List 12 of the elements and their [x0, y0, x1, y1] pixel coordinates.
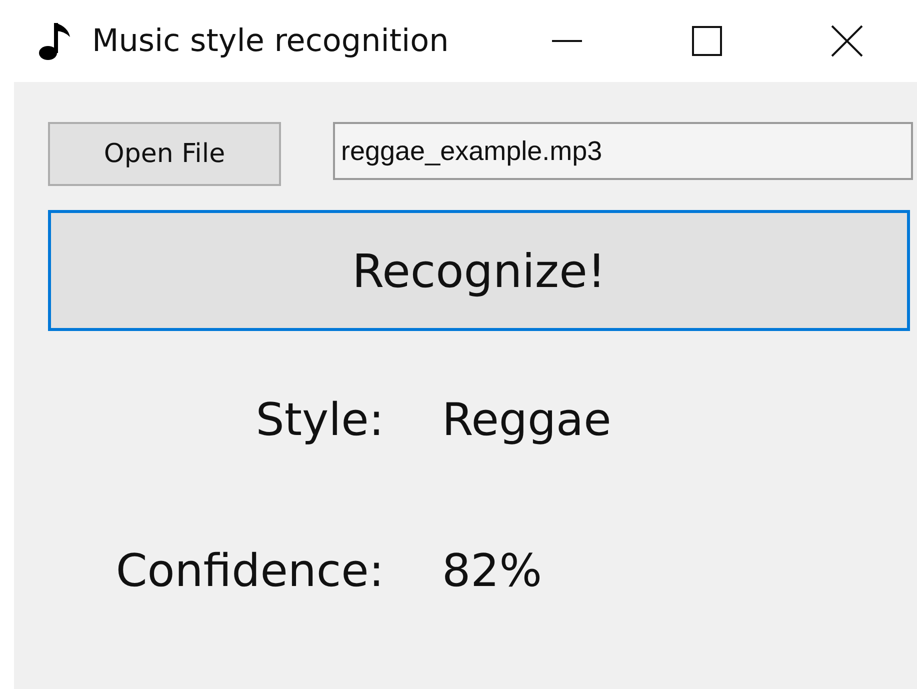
result-value: Reggae: [442, 393, 612, 446]
minimize-icon[interactable]: [552, 39, 582, 43]
result-label: Style:: [256, 393, 384, 446]
window-title: Music style recognition: [92, 23, 450, 59]
result-label: Confidence:: [116, 544, 384, 597]
recognize-button[interactable]: Recognize!: [48, 210, 910, 331]
close-icon[interactable]: [831, 25, 863, 57]
open-file-button[interactable]: Open File: [48, 122, 281, 186]
result-value: 82%: [442, 544, 544, 597]
music-note-icon: [38, 21, 72, 61]
file-name-field[interactable]: reggae_example.mp3: [333, 122, 913, 180]
maximize-icon[interactable]: [692, 26, 722, 56]
